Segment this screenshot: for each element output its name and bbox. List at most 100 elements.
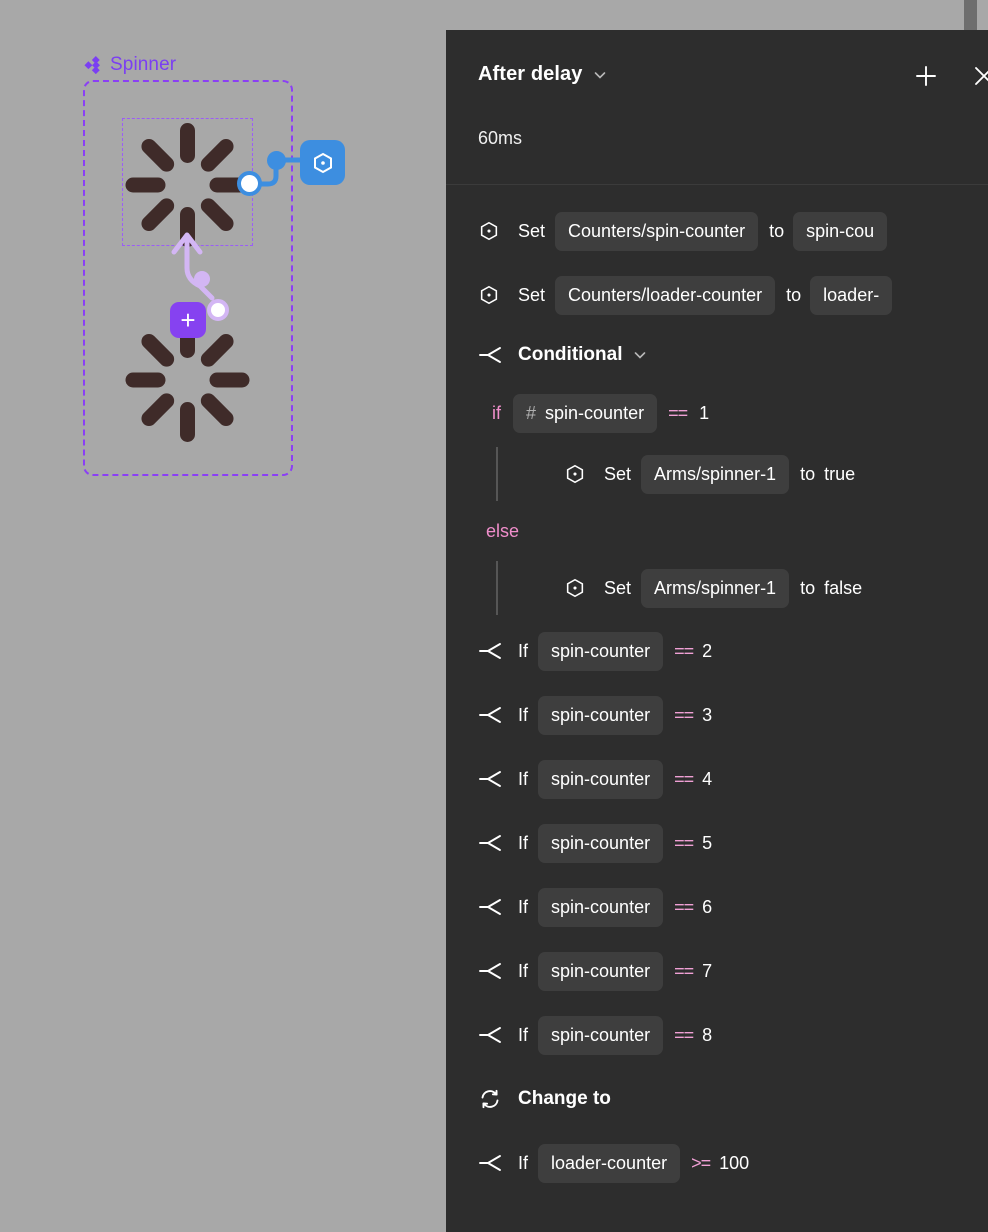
if-operator: >= [691, 1152, 711, 1173]
close-icon [975, 67, 988, 85]
set-target-chip[interactable]: Arms/spinner-1 [641, 568, 790, 608]
branch-icon [478, 898, 504, 916]
to-label: to [769, 220, 785, 241]
if-label: If [518, 640, 529, 661]
connector-endpoint-blue[interactable] [237, 171, 262, 196]
conditional-else-keyword-row[interactable]: else [446, 505, 988, 557]
add-interaction-button[interactable]: + [170, 302, 206, 338]
if-label: If [518, 960, 529, 981]
panel-body: Set Counters/spin-counter to spin-cou Se… [446, 185, 988, 1195]
if-value[interactable]: 1 [699, 403, 709, 424]
action-row-set[interactable]: Set Arms/spinner-1 to true [496, 443, 988, 505]
branch-icon [478, 1026, 504, 1044]
if-value[interactable]: 4 [702, 769, 712, 790]
change-to-label: Change to [518, 1088, 611, 1109]
component-label[interactable]: Spinner [84, 54, 176, 76]
set-label: Set [604, 463, 632, 484]
collapsed-if-row[interactable]: If spin-counter == 8 [446, 1003, 988, 1067]
plus-icon [916, 66, 936, 86]
variable-node-badge[interactable] [300, 140, 345, 185]
spinner-arm [137, 135, 177, 175]
if-label: If [518, 896, 529, 917]
if-operator: == [674, 768, 694, 789]
branch-icon [478, 346, 504, 364]
branch-icon [478, 706, 504, 724]
chevron-down-icon [595, 71, 606, 79]
if-operator: == [674, 960, 694, 981]
panel-trigger-selector[interactable]: After delay [478, 63, 608, 86]
add-action-button[interactable] [906, 56, 946, 96]
if-label: If [518, 768, 529, 789]
if-variable-chip[interactable]: spin-counter [538, 695, 664, 735]
delay-value[interactable]: 60ms [478, 128, 522, 149]
conditional-header[interactable]: Conditional [446, 327, 988, 383]
connector-endpoint-purple[interactable] [207, 299, 229, 321]
if-value[interactable]: 8 [702, 1025, 712, 1046]
spinner-arm [197, 390, 237, 430]
spinner-arm [179, 123, 195, 163]
if-variable-chip[interactable]: spin-counter [538, 631, 664, 671]
set-value-chip[interactable]: loader- [810, 275, 893, 315]
if-value[interactable]: 100 [719, 1153, 749, 1174]
if-variable-chip[interactable]: spin-counter [538, 823, 664, 863]
collapsed-if-row[interactable]: If spin-counter == 7 [446, 939, 988, 1003]
spinner-arm [125, 177, 165, 193]
spinner-arm [209, 372, 249, 388]
if-value[interactable]: 5 [702, 833, 712, 854]
branch-icon [478, 962, 504, 980]
set-value[interactable]: true [824, 464, 855, 485]
collapsed-if-row[interactable]: If spin-counter == 2 [446, 619, 988, 683]
connector-midpoint-purple[interactable] [194, 271, 210, 287]
if-operator: == [674, 832, 694, 853]
set-target-chip[interactable]: Arms/spinner-1 [641, 454, 790, 494]
spinner-arm [137, 390, 177, 430]
change-to-row[interactable]: Change to [446, 1067, 988, 1131]
hash-icon: # [526, 402, 537, 423]
spinner-arm [197, 330, 237, 370]
if-value[interactable]: 2 [702, 641, 712, 662]
action-row-set[interactable]: Set Counters/loader-counter to loader- [446, 263, 988, 327]
if-operator: == [674, 704, 694, 725]
collapsed-if-row[interactable]: If loader-counter >= 100 [446, 1131, 988, 1195]
spinner-arm [197, 135, 237, 175]
if-label: If [518, 1152, 529, 1173]
collapsed-if-row[interactable]: If spin-counter == 5 [446, 811, 988, 875]
set-target-chip[interactable]: Counters/loader-counter [555, 275, 776, 315]
if-operator: == [674, 1024, 694, 1045]
if-variable-chip[interactable]: spin-counter [538, 951, 664, 991]
if-variable-chip[interactable]: spin-counter [538, 759, 664, 799]
interaction-panel[interactable]: After delay 60ms Set Counters/spin-count… [446, 30, 988, 1232]
if-variable-chip[interactable]: loader-counter [538, 1143, 681, 1183]
set-value-chip[interactable]: spin-cou [793, 211, 888, 251]
spinner-arm [125, 372, 165, 388]
branch-icon [478, 770, 504, 788]
conditional-else-branch: Set Arms/spinner-1 to false [446, 557, 988, 619]
connector-midpoint-blue[interactable] [267, 151, 286, 170]
conditional-title: Conditional [518, 344, 623, 365]
if-value[interactable]: 7 [702, 961, 712, 982]
if-value[interactable]: 6 [702, 897, 712, 918]
close-panel-button[interactable] [964, 56, 988, 96]
if-label: If [518, 1024, 529, 1045]
set-target-chip[interactable]: Counters/spin-counter [555, 211, 759, 251]
if-variable-chip[interactable]: spin-counter [538, 887, 664, 927]
to-label: to [800, 463, 816, 484]
conditional-then-branch: Set Arms/spinner-1 to true [446, 443, 988, 505]
if-operator: == [674, 896, 694, 917]
action-row-set[interactable]: Set Arms/spinner-1 to false [496, 557, 988, 619]
if-variable-chip[interactable]: spin-counter [538, 1015, 664, 1055]
add-interaction-label: + [180, 305, 196, 335]
collapsed-if-row[interactable]: If spin-counter == 3 [446, 683, 988, 747]
branch-icon [478, 642, 504, 660]
to-label: to [800, 577, 816, 598]
collapsed-if-row[interactable]: If spin-counter == 6 [446, 875, 988, 939]
action-row-set[interactable]: Set Counters/spin-counter to spin-cou [446, 199, 988, 263]
if-operator: == [674, 640, 694, 661]
set-value[interactable]: false [824, 578, 862, 599]
conditional-if-expression[interactable]: if # spin-counter == 1 [446, 383, 988, 443]
if-value[interactable]: 3 [702, 705, 712, 726]
if-variable-chip[interactable]: # spin-counter [513, 393, 658, 433]
collapsed-if-row[interactable]: If spin-counter == 4 [446, 747, 988, 811]
set-label: Set [604, 577, 632, 598]
if-label: If [518, 704, 529, 725]
